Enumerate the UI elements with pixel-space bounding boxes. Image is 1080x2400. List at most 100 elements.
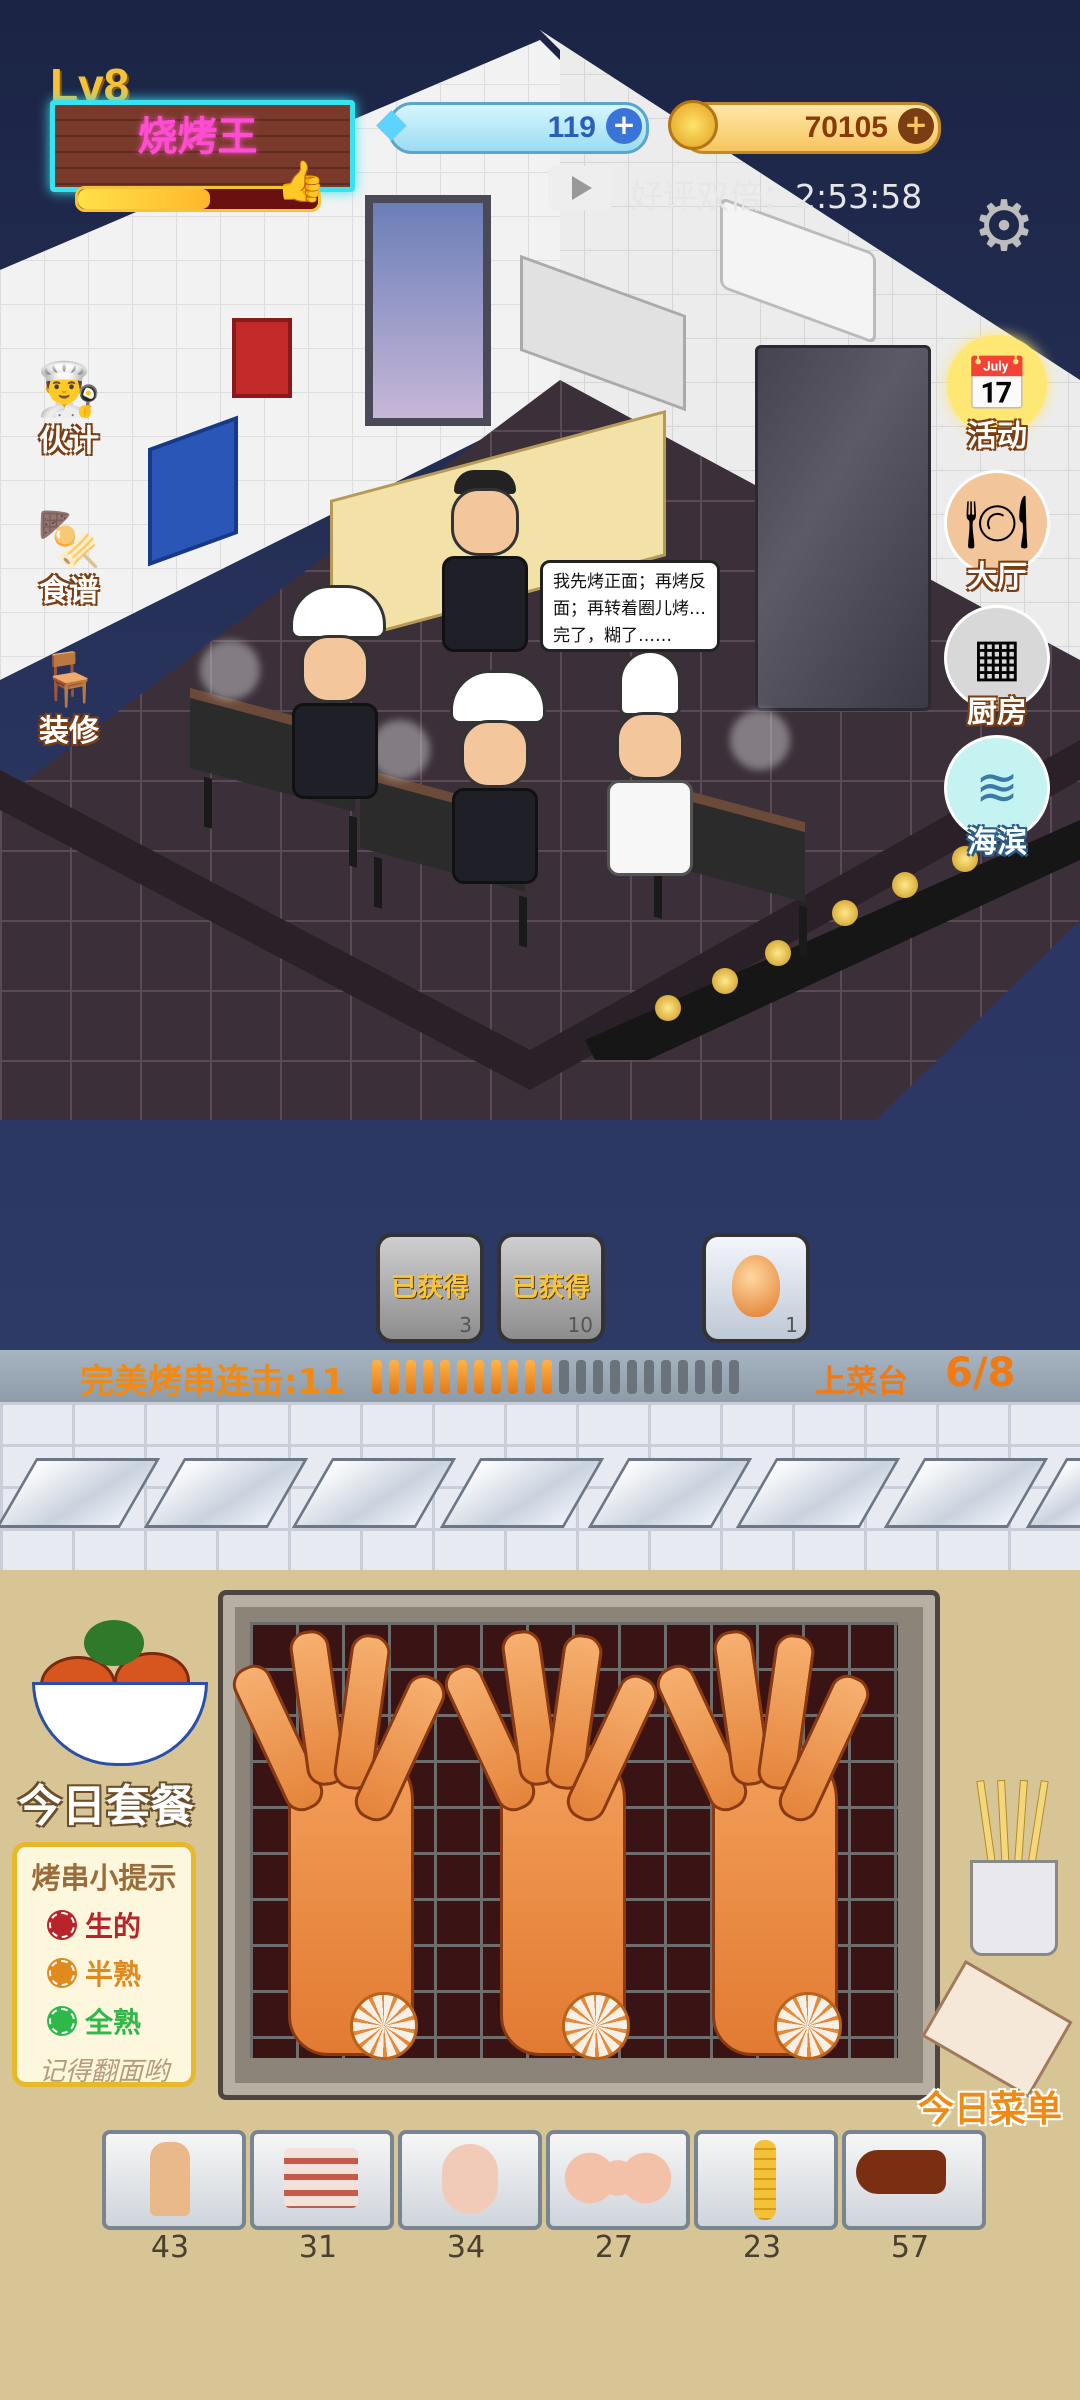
staff-button[interactable]: 👨‍🍳 伙计 xyxy=(14,340,124,460)
lamp-icon xyxy=(892,872,918,898)
events-button[interactable]: 📅 活动 xyxy=(942,335,1052,455)
add-coins-button[interactable]: + xyxy=(898,108,934,144)
decorate-label: 装修 xyxy=(39,714,99,749)
chicken-feet-skewer[interactable] xyxy=(226,1627,452,2060)
ingredient-slot-pork-belly[interactable] xyxy=(250,2130,394,2230)
egg-icon xyxy=(732,1255,780,1317)
ingredient-slot-corn-skewer[interactable] xyxy=(694,2130,838,2230)
tip-half-done: 半熟 xyxy=(85,1958,142,1991)
smoke xyxy=(200,640,260,700)
chicken-feet-icon xyxy=(150,2142,190,2216)
reward-badge[interactable]: 已获得 10 xyxy=(497,1233,605,1343)
reward-label: 已获得 xyxy=(390,1273,469,1303)
gem-count: 119 xyxy=(547,111,596,144)
chicken-feet-skewer[interactable] xyxy=(438,1627,664,2060)
skewer-cup[interactable] xyxy=(962,1779,1062,1956)
cook-character[interactable] xyxy=(450,670,546,884)
ingredient-count: 31 xyxy=(298,2230,338,2265)
seaside-button[interactable]: ≋ 海滨 xyxy=(942,735,1052,861)
lamp-icon xyxy=(832,900,858,926)
combo-segment xyxy=(457,1360,467,1394)
ingredient-count: 27 xyxy=(594,2230,634,2265)
reward-count: 3 xyxy=(459,1313,472,1337)
seaside-label: 海滨 xyxy=(967,825,1027,860)
half-done-dot-icon xyxy=(49,1960,75,1986)
raw-dot-icon xyxy=(49,1912,75,1938)
serving-counter-count: 6/8 xyxy=(945,1350,1016,1396)
ingredient-slot-chicken-feet[interactable] xyxy=(102,2130,246,2230)
ingredient-count: 23 xyxy=(742,2230,782,2265)
combo-segment xyxy=(593,1360,603,1394)
dining-hall-label: 大厅 xyxy=(967,560,1027,595)
daily-meal-label[interactable]: 今日套餐 xyxy=(18,1770,194,1834)
chicken-feet-skewer[interactable] xyxy=(650,1627,876,2060)
chicken-breast-icon xyxy=(562,2150,674,2206)
ad-bonus-timer[interactable]: 好评双倍：2:53:58 xyxy=(630,170,922,218)
smoke xyxy=(730,710,790,770)
refrigerator xyxy=(755,345,931,711)
kitchen-label: 厨房 xyxy=(967,695,1027,730)
tip-flip-note: 记得翻面哟 xyxy=(38,2057,169,2087)
daily-meal-bowl[interactable] xyxy=(22,1612,208,1767)
combo-segment xyxy=(508,1360,518,1394)
window xyxy=(365,195,491,426)
pork-belly-icon xyxy=(284,2148,358,2208)
combo-segment xyxy=(525,1360,535,1394)
combo-segment xyxy=(491,1360,501,1394)
reward-badge[interactable]: 已获得 3 xyxy=(376,1233,484,1343)
combo-segment xyxy=(559,1360,569,1394)
reward-count: 10 xyxy=(567,1313,593,1337)
wall-fan xyxy=(232,318,292,398)
combo-segment xyxy=(389,1360,399,1394)
ingredient-count: 34 xyxy=(446,2230,486,2265)
cook-character[interactable] xyxy=(290,585,386,799)
decorate-button[interactable]: 🪑 装修 xyxy=(14,630,124,750)
gear-icon[interactable]: ⚙ xyxy=(968,190,1040,262)
gem-counter: 119 + xyxy=(388,102,649,154)
video-ad-icon[interactable] xyxy=(548,166,612,210)
diamond-icon: ◆ xyxy=(376,100,407,146)
serving-counter-label: 上菜台 xyxy=(815,1364,908,1400)
chicken-wing-icon xyxy=(442,2144,498,2214)
thumbs-up-icon: 👍 xyxy=(276,159,326,205)
staff-label: 伙计 xyxy=(39,424,99,459)
tip-raw: 生的 xyxy=(85,1910,142,1943)
combo-segment xyxy=(695,1360,705,1394)
recipes-button[interactable]: 🍢 食谱 xyxy=(14,490,124,610)
combo-segment xyxy=(644,1360,654,1394)
combo-segment xyxy=(372,1360,382,1394)
combo-segment xyxy=(627,1360,637,1394)
dining-hall-button[interactable]: 🍽 大厅 xyxy=(942,470,1052,596)
combo-segment xyxy=(406,1360,416,1394)
ingredient-slot-chicken-wing[interactable] xyxy=(398,2130,542,2230)
combo-segment xyxy=(440,1360,450,1394)
lamp-icon xyxy=(655,995,681,1021)
combo-segment xyxy=(576,1360,586,1394)
waiter-character[interactable] xyxy=(440,470,530,652)
combo-label: 完美烤串连击:11 xyxy=(80,1362,345,1402)
combo-segment xyxy=(661,1360,671,1394)
tip-done: 全熟 xyxy=(85,2006,142,2039)
combo-segment xyxy=(610,1360,620,1394)
daily-menu-label[interactable]: 今日菜单 xyxy=(918,2080,1062,2132)
coin-count: 70105 xyxy=(804,111,888,144)
reward-label: 已获得 xyxy=(511,1273,590,1303)
ingredient-count: 57 xyxy=(890,2230,930,2265)
speech-bubble: 我先烤正面；再烤反面；再转着圈儿烤…完了，糊了…… xyxy=(540,560,720,652)
ingredient-slot-lamb-leg[interactable] xyxy=(842,2130,986,2230)
add-gems-button[interactable]: + xyxy=(606,108,642,144)
done-dot-icon xyxy=(49,2008,75,2034)
reward-count: 1 xyxy=(785,1313,798,1337)
ingredient-count: 43 xyxy=(150,2230,190,2265)
combo-segment xyxy=(712,1360,722,1394)
ingredient-slot-chicken-breast[interactable] xyxy=(546,2130,690,2230)
recipes-label: 食谱 xyxy=(39,574,99,609)
kitchen-button[interactable]: ▦ 厨房 xyxy=(942,605,1052,731)
reward-badge[interactable]: 1 xyxy=(702,1233,810,1343)
lamb-leg-icon xyxy=(856,2150,946,2194)
head-chef-character[interactable] xyxy=(605,650,695,876)
shop-sign-title: 烧烤王 xyxy=(137,114,258,160)
grill-tips-panel: 烤串小提示 生的 半熟 全熟 记得翻面哟 xyxy=(12,1842,196,2087)
combo-segment xyxy=(678,1360,688,1394)
tips-title: 烤串小提示 xyxy=(31,1861,177,1895)
